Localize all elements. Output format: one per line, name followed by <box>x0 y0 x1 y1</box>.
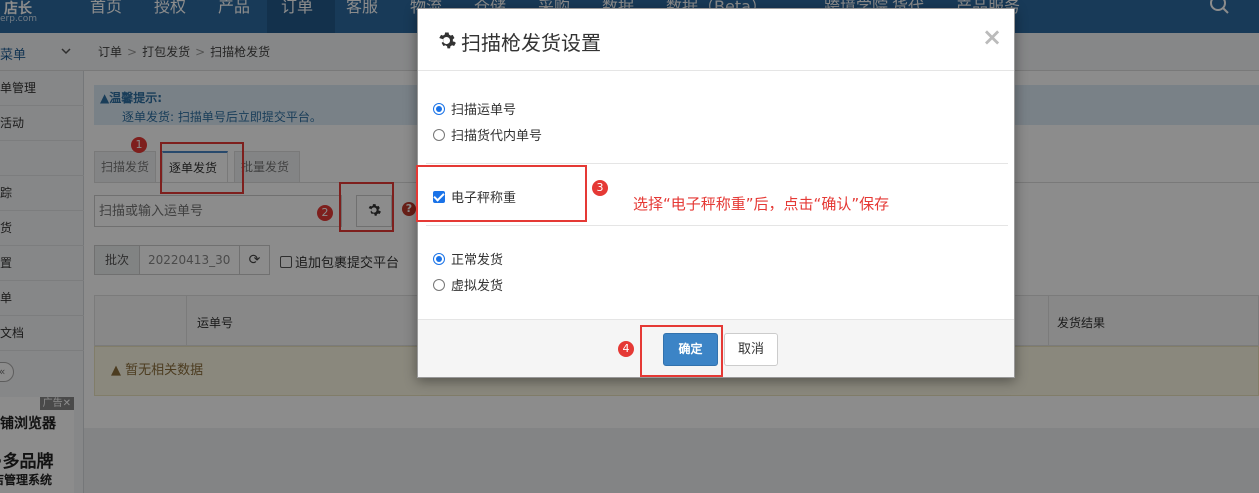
radio-label: 扫描运单号 <box>451 103 517 118</box>
divider <box>426 225 1008 226</box>
annotation-badge-3: 3 <box>592 180 608 196</box>
radio-circle <box>433 129 445 141</box>
annotation-note: 选择“电子秤称重”后，点击“确认”保存 <box>633 195 890 213</box>
close-icon[interactable]: × <box>982 25 1002 49</box>
annotation-box-confirm <box>640 325 723 377</box>
radio-label: 虚拟发货 <box>451 279 504 294</box>
radio-circle <box>433 279 445 291</box>
annotation-box-scale <box>416 165 587 222</box>
cancel-button[interactable]: 取消 <box>724 333 778 366</box>
radio-normal-ship[interactable]: 正常发货 <box>433 249 503 268</box>
gear-icon <box>439 32 456 49</box>
radio-label: 扫描货代内单号 <box>451 129 543 144</box>
modal-title: 扫描枪发货设置 <box>461 31 601 55</box>
radio-scan-forwarder-number[interactable]: 扫描货代内单号 <box>433 125 542 144</box>
radio-virtual-ship[interactable]: 虚拟发货 <box>433 275 503 294</box>
modal-header: 扫描枪发货设置 × <box>418 9 1014 71</box>
radio-scan-tracking[interactable]: 扫描运单号 <box>433 99 516 118</box>
radio-circle <box>433 103 445 115</box>
radio-circle <box>433 253 445 265</box>
divider <box>426 163 1008 164</box>
annotation-badge-4: 4 <box>618 341 634 357</box>
radio-label: 正常发货 <box>451 253 504 268</box>
